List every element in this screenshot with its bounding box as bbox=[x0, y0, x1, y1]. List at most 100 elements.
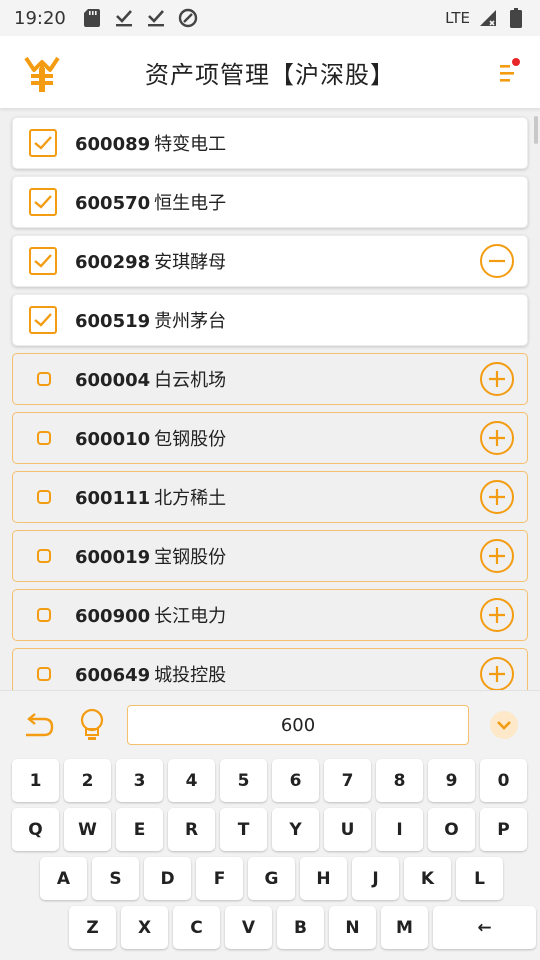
key-g[interactable]: G bbox=[248, 857, 295, 900]
add-circle-icon[interactable] bbox=[479, 597, 515, 633]
list-item[interactable]: 600004 白云机场 bbox=[12, 353, 528, 405]
checkbox-unchecked[interactable] bbox=[37, 431, 51, 445]
key-7[interactable]: 7 bbox=[324, 759, 371, 802]
keyboard-toolbar: 600 bbox=[0, 691, 540, 759]
list-item[interactable]: 600089 特变电工 bbox=[12, 117, 528, 169]
add-circle-icon[interactable] bbox=[479, 656, 515, 690]
key-r[interactable]: R bbox=[168, 808, 215, 851]
key-6[interactable]: 6 bbox=[272, 759, 319, 802]
key-9[interactable]: 9 bbox=[428, 759, 475, 802]
checkbox-unchecked[interactable] bbox=[37, 490, 51, 504]
stock-name: 长江电力 bbox=[154, 606, 227, 627]
list-item[interactable]: 600019 宝钢股份 bbox=[12, 530, 528, 582]
key-m[interactable]: M bbox=[381, 906, 428, 949]
stock-name: 北方稀土 bbox=[154, 488, 227, 509]
key-c[interactable]: C bbox=[173, 906, 220, 949]
lightbulb-icon[interactable] bbox=[72, 705, 112, 745]
key-i[interactable]: I bbox=[376, 808, 423, 851]
key-e[interactable]: E bbox=[116, 808, 163, 851]
key-d[interactable]: D bbox=[144, 857, 191, 900]
stock-name: 贵州茅台 bbox=[154, 311, 227, 332]
key-2[interactable]: 2 bbox=[64, 759, 111, 802]
key-z[interactable]: Z bbox=[69, 906, 116, 949]
scrollbar[interactable] bbox=[534, 116, 538, 144]
list-item[interactable]: 600010 包钢股份 bbox=[12, 412, 528, 464]
key-q[interactable]: Q bbox=[12, 808, 59, 851]
stock-name: 宝钢股份 bbox=[154, 547, 227, 568]
stock-code: 600570 恒生电子 bbox=[75, 193, 227, 214]
stock-name: 白云机场 bbox=[154, 370, 227, 391]
checkbox-checked[interactable] bbox=[29, 306, 57, 334]
stock-code: 600649 城投控股 bbox=[75, 665, 227, 686]
stock-code: 600004 白云机场 bbox=[75, 370, 227, 391]
key-n[interactable]: N bbox=[329, 906, 376, 949]
add-circle-icon[interactable] bbox=[479, 538, 515, 574]
custom-keyboard: 600 1234567890 QWERTYUIOP ASDFGHJKL ZXCVBNM… bbox=[0, 690, 540, 960]
menu-button[interactable] bbox=[494, 58, 522, 88]
download-done-icon bbox=[114, 8, 134, 28]
key-t[interactable]: T bbox=[220, 808, 267, 851]
remove-circle-icon[interactable] bbox=[479, 243, 515, 279]
key-3[interactable]: 3 bbox=[116, 759, 163, 802]
key-y[interactable]: Y bbox=[272, 808, 319, 851]
add-circle-icon[interactable] bbox=[479, 420, 515, 456]
key-u[interactable]: U bbox=[324, 808, 371, 851]
key-h[interactable]: H bbox=[300, 857, 347, 900]
key-5[interactable]: 5 bbox=[220, 759, 267, 802]
key-o[interactable]: O bbox=[428, 808, 475, 851]
key-l[interactable]: L bbox=[456, 857, 503, 900]
key-k[interactable]: K bbox=[404, 857, 451, 900]
checkbox-checked[interactable] bbox=[29, 129, 57, 157]
checkbox-unchecked[interactable] bbox=[37, 549, 51, 563]
key-s[interactable]: S bbox=[92, 857, 139, 900]
key-0[interactable]: 0 bbox=[480, 759, 527, 802]
stock-name: 包钢股份 bbox=[154, 429, 227, 450]
sd-card-icon bbox=[82, 8, 102, 28]
key-a[interactable]: A bbox=[40, 857, 87, 900]
stock-code: 600111 北方稀土 bbox=[75, 488, 227, 509]
list-item[interactable]: 600111 北方稀土 bbox=[12, 471, 528, 523]
checkbox-checked[interactable] bbox=[29, 188, 57, 216]
key-b[interactable]: B bbox=[277, 906, 324, 949]
download-done-icon bbox=[146, 8, 166, 28]
page-title: 资产项管理【沪深股】 bbox=[145, 60, 395, 89]
key-f[interactable]: F bbox=[196, 857, 243, 900]
status-time: 19:20 bbox=[14, 7, 66, 29]
battery-icon bbox=[506, 8, 526, 28]
stock-name: 恒生电子 bbox=[154, 193, 227, 214]
stock-code: 600019 宝钢股份 bbox=[75, 547, 227, 568]
key-v[interactable]: V bbox=[225, 906, 272, 949]
checkbox-unchecked[interactable] bbox=[37, 372, 51, 386]
list-item[interactable]: 600519 贵州茅台 bbox=[12, 294, 528, 346]
search-input[interactable]: 600 bbox=[127, 705, 469, 745]
add-circle-icon[interactable] bbox=[479, 361, 515, 397]
status-bar: 19:20 LTE bbox=[0, 0, 540, 36]
key-8[interactable]: 8 bbox=[376, 759, 423, 802]
stock-code: 600519 贵州茅台 bbox=[75, 311, 227, 332]
app-bar: 资产项管理【沪深股】 bbox=[0, 36, 540, 108]
stock-code: 600010 包钢股份 bbox=[75, 429, 227, 450]
list-item[interactable]: 600900 长江电力 bbox=[12, 589, 528, 641]
list-item[interactable]: 600298 安琪酵母 bbox=[12, 235, 528, 287]
stock-name: 城投控股 bbox=[154, 665, 227, 686]
asset-list[interactable]: 600089 特变电工 600570 恒生电子 600298 安琪酵母 600519 贵州茅台… bbox=[0, 112, 540, 690]
stock-name: 安琪酵母 bbox=[154, 252, 227, 273]
stock-name: 特变电工 bbox=[154, 134, 227, 155]
key-p[interactable]: P bbox=[480, 808, 527, 851]
backspace-key[interactable]: ← bbox=[433, 906, 536, 949]
key-4[interactable]: 4 bbox=[168, 759, 215, 802]
key-j[interactable]: J bbox=[352, 857, 399, 900]
key-1[interactable]: 1 bbox=[12, 759, 59, 802]
key-x[interactable]: X bbox=[121, 906, 168, 949]
checkbox-checked[interactable] bbox=[29, 247, 57, 275]
list-item[interactable]: 600570 恒生电子 bbox=[12, 176, 528, 228]
stock-code: 600089 特变电工 bbox=[75, 134, 227, 155]
yuan-logo-icon[interactable] bbox=[22, 54, 62, 94]
checkbox-unchecked[interactable] bbox=[37, 667, 51, 681]
collapse-keyboard-icon[interactable] bbox=[484, 705, 524, 745]
checkbox-unchecked[interactable] bbox=[37, 608, 51, 622]
key-w[interactable]: W bbox=[64, 808, 111, 851]
add-circle-icon[interactable] bbox=[479, 479, 515, 515]
list-item[interactable]: 600649 城投控股 bbox=[12, 648, 528, 690]
undo-icon[interactable] bbox=[18, 705, 58, 745]
